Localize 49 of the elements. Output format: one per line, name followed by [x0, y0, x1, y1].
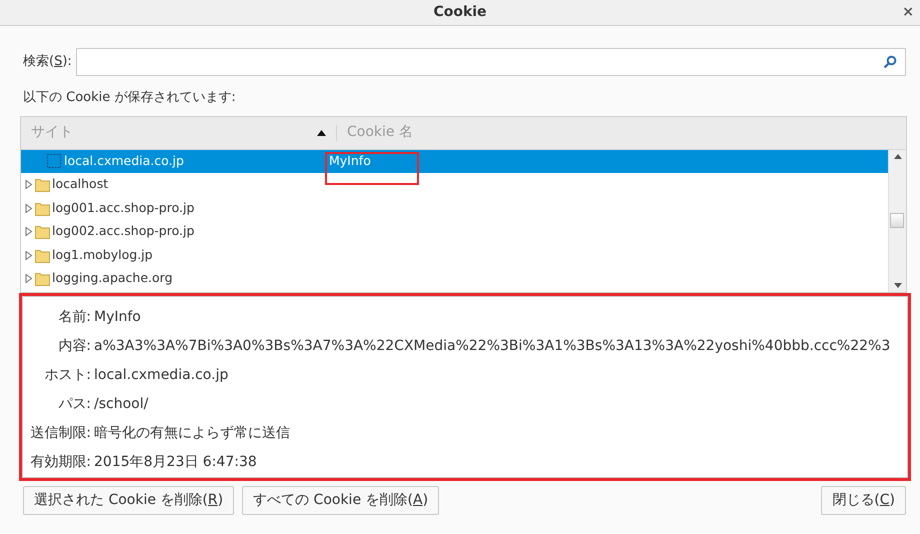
scroll-thumb[interactable] — [890, 212, 904, 228]
site-name: log002.acc.shop-pro.jp — [52, 222, 194, 240]
expand-arrow-icon[interactable] — [25, 204, 33, 213]
expand-arrow-icon[interactable] — [25, 250, 33, 260]
field-value: a%3A3%3A%7Bi%3A0%3Bs%3A7%3A%22CXMedia%22%3Bi%3A1%3Bs%3A13%3A%22yoshi%40bbb.ccc%22%3 — [93, 336, 890, 356]
field-value: 2015年8月23日 6:47:38 — [93, 452, 257, 472]
scrollbar[interactable] — [888, 150, 906, 292]
search-icon — [883, 55, 897, 69]
folder-icon — [35, 271, 50, 286]
site-name: localhost — [52, 175, 108, 194]
field-label: 有効期限: — [29, 452, 91, 472]
tree-row[interactable]: logging.apache.org — [21, 267, 888, 290]
search-label: 検索(S): — [23, 53, 72, 72]
cookie-name: MyInfo — [329, 152, 371, 170]
field-label: パス: — [57, 394, 91, 414]
tree-row[interactable]: localhost — [21, 173, 888, 196]
close-button[interactable]: 閉じる(C) — [821, 486, 906, 514]
site-name: logging.apache.org — [52, 269, 173, 288]
folder-icon — [35, 224, 50, 240]
tree-row[interactable]: log001.acc.shop-pro.jp — [21, 196, 888, 220]
cookie-item-icon — [47, 154, 62, 169]
field-value: local.cxmedia.co.jp — [93, 366, 228, 384]
field-value: MyInfo — [93, 308, 141, 326]
field-label: 名前: — [57, 308, 91, 326]
delete-button[interactable]: 選択された Cookie を削除(R) — [23, 486, 234, 514]
scroll-down-icon[interactable] — [894, 282, 902, 288]
tree-row[interactable]: local.cxmedia.co.jp MyInfo — [21, 150, 888, 173]
field-label: ホスト: — [43, 366, 91, 384]
site-name: log1.mobylog.jp — [52, 246, 153, 264]
scroll-up-icon[interactable] — [894, 154, 902, 158]
folder-icon — [35, 248, 50, 263]
field-label: 送信制限: — [29, 424, 91, 442]
expand-arrow-icon[interactable] — [25, 180, 33, 190]
tree-row[interactable]: log1.mobylog.jp — [21, 244, 888, 267]
site-name: log001.acc.shop-pro.jp — [52, 198, 194, 217]
search-field[interactable] — [76, 48, 906, 76]
folder-icon — [35, 177, 50, 192]
list-caption: 以下の Cookie が保存されています: — [23, 89, 237, 107]
expand-arrow-icon[interactable] — [25, 274, 33, 284]
folder-icon — [35, 200, 50, 216]
field-value: 暗号化の有無によらず常に送信 — [93, 424, 290, 442]
field-value: /school/ — [93, 394, 148, 414]
delete-button[interactable]: すべての Cookie を削除(A) — [242, 486, 440, 514]
window-title: Cookie — [433, 3, 487, 22]
field-label: 内容: — [57, 336, 91, 356]
close-button[interactable]: × — [900, 3, 916, 21]
tree-row[interactable]: log002.acc.shop-pro.jp — [21, 220, 888, 244]
site-name: local.cxmedia.co.jp — [64, 152, 184, 170]
expand-arrow-icon[interactable] — [25, 227, 33, 236]
